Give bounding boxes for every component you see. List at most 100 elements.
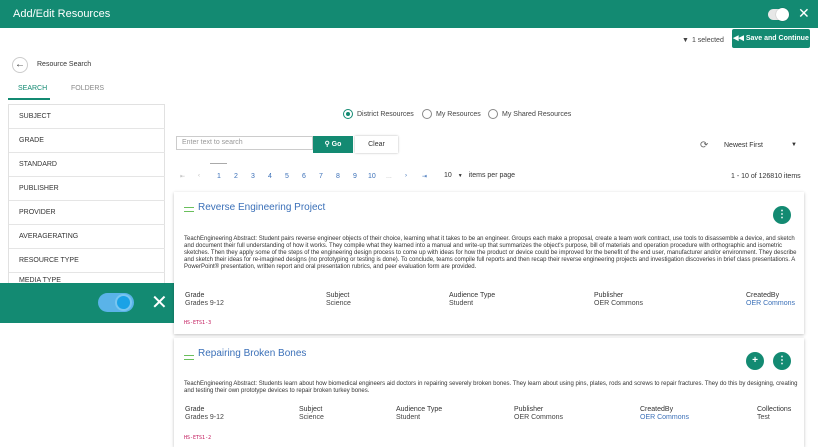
overlay-toolbar: ✕: [0, 283, 176, 323]
meta-value: Grades 9-12: [185, 414, 224, 421]
radio-unchecked-icon: [488, 109, 498, 119]
arrow-left-icon[interactable]: ←: [12, 57, 28, 73]
overlay-toggle-knob: [115, 294, 132, 311]
back-label: Resource Search: [37, 61, 92, 68]
meta-createdby: CreatedBy OER Commons: [640, 406, 689, 421]
drag-handle-icon[interactable]: [184, 207, 194, 212]
page-link[interactable]: 7: [319, 173, 323, 180]
meta-audience: Audience Type Student: [396, 406, 442, 421]
meta-createdby: CreatedBy OER Commons: [746, 292, 795, 307]
go-button[interactable]: ⚲ Go: [313, 136, 353, 153]
meta-value: Test: [757, 414, 770, 421]
meta-value: Student: [449, 300, 474, 307]
result-abstract: TeachEngineering Abstract: Student pairs…: [184, 236, 797, 270]
standard-tag[interactable]: HS-ETS1-3: [184, 320, 211, 326]
meta-value-link[interactable]: OER Commons: [746, 300, 795, 307]
sidebar-item-standard[interactable]: STANDARD: [9, 153, 165, 177]
radio-label: District Resources: [357, 110, 414, 118]
sidebar-item-publisher[interactable]: PUBLISHER: [9, 177, 165, 201]
page-link[interactable]: 8: [336, 173, 340, 180]
first-page-icon[interactable]: ⇤: [180, 173, 185, 180]
save-icon: ◀◀: [733, 35, 746, 42]
meta-label: Grade: [185, 406, 205, 413]
radio-label: My Shared Resources: [502, 110, 572, 118]
close-icon[interactable]: ✕: [798, 5, 810, 22]
more-options-icon[interactable]: ⋮: [773, 206, 791, 224]
meta-label: Subject: [299, 406, 323, 413]
meta-grade: Grade Grades 9-12: [185, 406, 224, 421]
prev-page-icon[interactable]: ‹: [198, 173, 200, 179]
search-input[interactable]: Enter text to search: [176, 136, 313, 150]
overlay-close-icon[interactable]: ✕: [151, 290, 168, 315]
meta-label: Subject: [326, 292, 350, 299]
selection-count: ▼ 1 selected: [682, 37, 724, 44]
radio-district-resources[interactable]: District Resources: [343, 109, 414, 119]
refresh-icon[interactable]: ⟳: [700, 140, 708, 151]
header-toggle[interactable]: [768, 8, 789, 21]
page-link[interactable]: 9: [353, 173, 357, 180]
meta-value: Student: [396, 414, 421, 421]
last-page-icon[interactable]: ⇥: [422, 173, 427, 180]
result-abstract: TeachEngineering Abstract: Students lear…: [184, 381, 798, 394]
page-link[interactable]: 1: [217, 173, 221, 180]
radio-my-resources[interactable]: My Resources: [422, 109, 481, 119]
dialog-title: Add/Edit Resources: [13, 8, 111, 20]
save-label: Save and Continue: [745, 35, 809, 42]
selection-count-text: 1 selected: [691, 37, 724, 44]
clear-button[interactable]: Clear: [355, 136, 398, 153]
page-link[interactable]: 10: [368, 173, 376, 180]
meta-label: Audience Type: [396, 406, 443, 413]
sort-select[interactable]: Newest First: [724, 142, 763, 149]
meta-grade: Grade Grades 9-12: [185, 292, 224, 307]
sidebar-item-resource-type[interactable]: RESOURCE TYPE: [9, 249, 165, 273]
result-title[interactable]: Reverse Engineering Project: [198, 202, 325, 213]
result-card: Reverse Engineering Project ⋮ TeachEngin…: [174, 192, 804, 334]
meta-collections: Collections Test: [757, 406, 791, 421]
header-bar: Add/Edit Resources ✕: [0, 0, 818, 28]
page-link[interactable]: 2: [234, 173, 238, 180]
sidebar-item-provider[interactable]: PROVIDER: [9, 201, 165, 225]
meta-value: OER Commons: [514, 414, 564, 421]
tab-search[interactable]: SEARCH: [18, 85, 47, 92]
overlay-toggle[interactable]: [98, 293, 134, 312]
meta-label: Publisher: [594, 292, 624, 299]
meta-label: CreatedBy: [640, 406, 674, 413]
save-and-continue-button[interactable]: ◀◀ Save and Continue: [732, 29, 810, 48]
meta-value: OER Commons: [594, 300, 644, 307]
filter-sidebar: SUBJECT GRADE STANDARD PUBLISHER PROVIDE…: [8, 104, 165, 284]
meta-value-link[interactable]: OER Commons: [640, 414, 689, 421]
next-page-icon[interactable]: ›: [405, 173, 407, 179]
meta-publisher: Publisher OER Commons: [594, 292, 643, 307]
radio-checked-icon: [343, 109, 353, 119]
page-link[interactable]: 3: [251, 173, 255, 180]
page-link[interactable]: 6: [302, 173, 306, 180]
meta-label: Grade: [185, 292, 205, 299]
drag-handle-icon[interactable]: [184, 355, 194, 360]
go-label: Go: [331, 141, 342, 148]
radio-my-shared-resources[interactable]: My Shared Resources: [488, 109, 571, 119]
meta-label: Audience Type: [449, 292, 496, 299]
add-icon[interactable]: +: [746, 352, 764, 370]
sidebar-item-grade[interactable]: GRADE: [9, 129, 165, 153]
current-page-indicator: [210, 163, 227, 164]
tab-folders[interactable]: FOLDERS: [71, 85, 104, 92]
result-card: Repairing Broken Bones + ⋮ TeachEngineer…: [174, 338, 804, 447]
page-size-value: 10: [444, 172, 452, 179]
page-size-label: items per page: [468, 172, 516, 179]
chevron-down-icon: ▼: [457, 173, 463, 179]
toggle-knob: [776, 8, 789, 21]
meta-label: Collections: [757, 406, 792, 413]
sidebar-item-averagerating[interactable]: AVERAGERATING: [9, 225, 165, 249]
meta-subject: Subject Science: [299, 406, 324, 421]
standard-tag[interactable]: HS-ETS1-2: [184, 435, 211, 441]
sidebar-item-subject[interactable]: SUBJECT: [9, 105, 165, 129]
more-options-icon[interactable]: ⋮: [773, 352, 791, 370]
radio-label: My Resources: [436, 110, 481, 118]
chevron-down-icon[interactable]: ▼: [791, 142, 797, 148]
page-link[interactable]: 4: [268, 173, 272, 180]
meta-subject: Subject Science: [326, 292, 351, 307]
page-size-select[interactable]: 10 ▼ items per page: [444, 172, 515, 179]
result-range: 1 - 10 of 126810 items: [731, 173, 801, 180]
page-link[interactable]: 5: [285, 173, 289, 180]
result-title[interactable]: Repairing Broken Bones: [198, 348, 306, 359]
